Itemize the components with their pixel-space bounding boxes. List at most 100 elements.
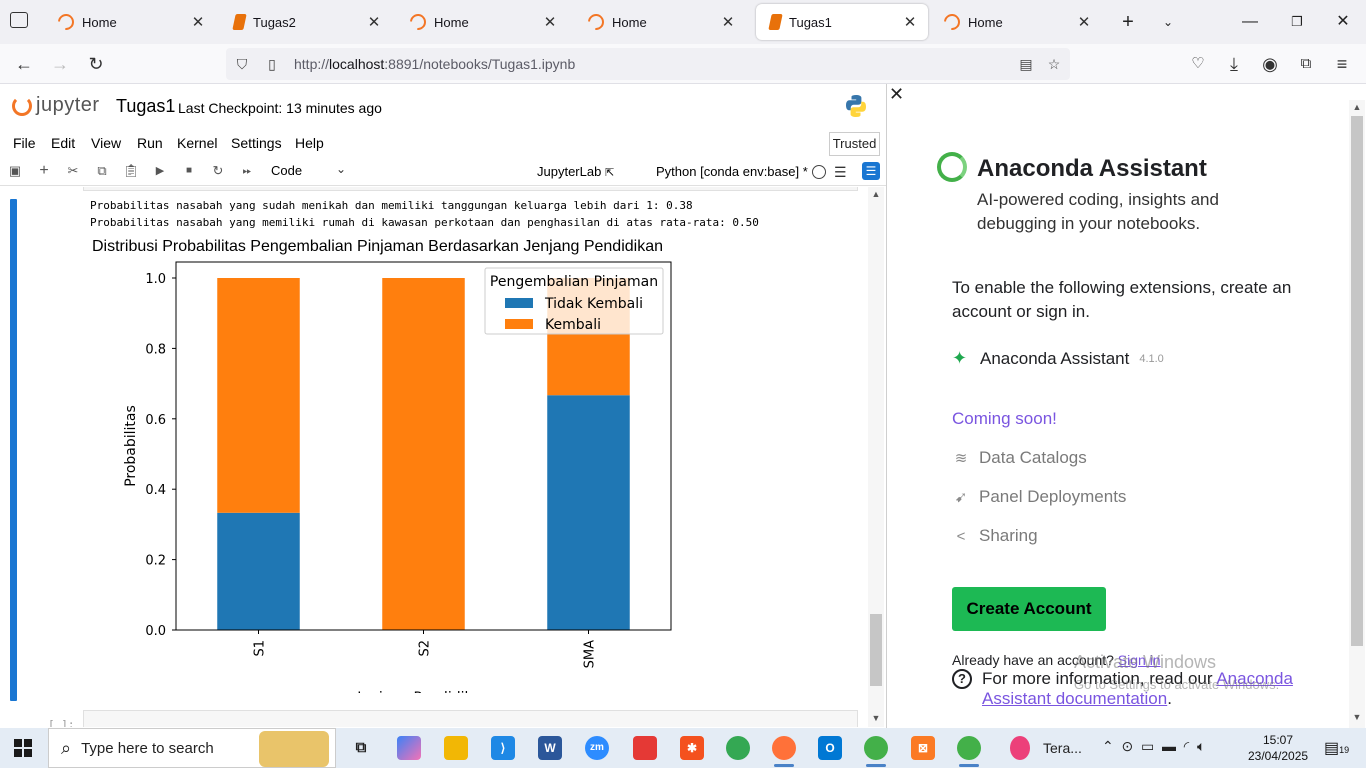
tab-overflow-chevron-icon[interactable]: ⌄: [1154, 8, 1182, 36]
y-tick-label: 0.6: [145, 413, 166, 428]
taskbar-clock[interactable]: 15:07 23/04/2025: [1248, 732, 1308, 764]
shield-icon[interactable]: ⛉: [230, 56, 254, 73]
notebook-scrollbar[interactable]: ▲ ▼: [868, 187, 884, 727]
window-close-icon[interactable]: ✕: [1329, 8, 1357, 36]
cut-icon[interactable]: ✂: [64, 162, 82, 180]
task-view-icon[interactable]: ⧉: [349, 736, 373, 760]
windows-start-icon[interactable]: [14, 739, 32, 757]
download-icon[interactable]: ⤓: [1222, 52, 1246, 76]
create-account-button[interactable]: Create Account: [952, 587, 1106, 631]
menu-view[interactable]: View: [91, 135, 121, 151]
browser-tab-home-2[interactable]: Home ✕: [396, 4, 568, 40]
search-highlight-image: [259, 731, 329, 767]
scrollbar-thumb[interactable]: [1351, 116, 1363, 646]
panel-close-icon[interactable]: ✕: [889, 84, 904, 105]
tab-list-icon[interactable]: [10, 12, 28, 28]
python-logo-icon: [846, 95, 866, 117]
menu-edit[interactable]: Edit: [51, 135, 75, 151]
extension-name: Anaconda Assistant: [980, 348, 1130, 368]
firefox-icon[interactable]: [772, 736, 796, 767]
copy-icon[interactable]: ⧉: [93, 162, 111, 180]
menu-kernel[interactable]: Kernel: [177, 135, 217, 151]
close-tab-icon[interactable]: ✕: [902, 13, 918, 31]
bar-segment: [217, 278, 300, 513]
kernel-menu-icon[interactable]: ☰: [834, 164, 847, 181]
chevron-down-icon[interactable]: ⌄: [336, 162, 346, 176]
add-cell-icon[interactable]: +: [35, 162, 53, 180]
minimize-icon[interactable]: —: [1236, 8, 1264, 36]
restore-icon[interactable]: ❐: [1283, 8, 1311, 36]
url-text[interactable]: http://localhost:8891/notebooks/Tugas1.i…: [294, 56, 575, 72]
scroll-down-icon[interactable]: ▼: [1349, 712, 1365, 722]
pocket-icon[interactable]: ♡: [1186, 52, 1210, 76]
forward-icon[interactable]: →: [48, 52, 72, 76]
scrollbar-thumb[interactable]: [870, 614, 882, 686]
restart-icon[interactable]: ↻: [209, 162, 227, 180]
scroll-down-icon[interactable]: ▼: [868, 713, 884, 723]
trusted-indicator[interactable]: Trusted: [829, 132, 880, 156]
system-tray[interactable]: ⌃ ⊙ ▭ ▬ ◜ 🔈︎: [1102, 738, 1205, 755]
notification-center-icon[interactable]: ▤19: [1324, 738, 1349, 758]
browser-tab-home-4[interactable]: Home ✕: [930, 4, 1102, 40]
bookmark-star-icon[interactable]: ☆: [1042, 56, 1066, 73]
paste-icon[interactable]: 📋︎: [122, 162, 140, 180]
share-icon: <: [956, 527, 966, 545]
browser-tab-home-1[interactable]: Home ✕: [44, 4, 216, 40]
menu-help[interactable]: Help: [295, 135, 324, 151]
restart-run-all-icon[interactable]: ⏩︎: [238, 162, 256, 180]
panel-scrollbar[interactable]: ▲ ▼: [1349, 100, 1365, 728]
scroll-up-icon[interactable]: ▲: [1349, 102, 1365, 112]
jupyter-logo[interactable]: jupyter: [12, 94, 100, 117]
cell-type-select[interactable]: Code: [271, 163, 302, 178]
back-icon[interactable]: ←: [12, 52, 36, 76]
next-code-cell[interactable]: [83, 710, 858, 727]
pdf-reader-icon[interactable]: [633, 736, 657, 760]
account-icon[interactable]: ◉: [1258, 52, 1282, 76]
xampp-icon[interactable]: ⊠: [911, 736, 935, 760]
outlook-icon[interactable]: O: [818, 736, 842, 760]
stop-icon[interactable]: ■: [180, 162, 198, 180]
menu-run[interactable]: Run: [137, 135, 163, 151]
anaconda-prompt-icon[interactable]: [957, 736, 981, 767]
close-tab-icon[interactable]: ✕: [542, 13, 558, 31]
reader-view-icon[interactable]: ▤: [1014, 56, 1038, 73]
close-tab-icon[interactable]: ✕: [190, 13, 206, 31]
running-app-label[interactable]: Tera...: [1043, 740, 1082, 756]
file-explorer-icon[interactable]: [444, 736, 468, 760]
close-tab-icon[interactable]: ✕: [1076, 13, 1092, 31]
reload-icon[interactable]: ↻: [84, 52, 108, 76]
zoom-icon[interactable]: zm: [585, 736, 609, 760]
app-icon[interactable]: ✱: [680, 736, 704, 760]
notebook-title[interactable]: Tugas1: [116, 96, 175, 117]
previous-cell-input[interactable]: [83, 187, 858, 191]
browser-tab-tugas2[interactable]: Tugas2 ✕: [220, 4, 392, 40]
taskbar-search-box[interactable]: ⌕ Type here to search: [48, 728, 336, 768]
menu-settings[interactable]: Settings: [231, 135, 282, 151]
copilot-icon[interactable]: [397, 736, 421, 760]
x-axis-label: Jenjang Pendidikan: [356, 690, 490, 693]
word-icon[interactable]: W: [538, 736, 562, 760]
address-bar[interactable]: ⛉ ▯ http://localhost:8891/notebooks/Tuga…: [226, 48, 1070, 80]
terminal-app-icon[interactable]: [1010, 736, 1030, 760]
browser-navigation-bar: ← → ↻ ⛉ ▯ http://localhost:8891/notebook…: [0, 44, 1366, 84]
scroll-up-icon[interactable]: ▲: [868, 189, 884, 199]
anaconda-navigator-icon[interactable]: [864, 736, 888, 767]
menu-file[interactable]: File: [13, 135, 36, 151]
browser-tab-home-3[interactable]: Home ✕: [574, 4, 746, 40]
close-tab-icon[interactable]: ✕: [366, 13, 382, 31]
kernel-name[interactable]: Python [conda env:base] *: [656, 164, 808, 179]
property-inspector-icon[interactable]: ☰: [862, 162, 880, 180]
jupyterlab-label: JupyterLab: [537, 164, 602, 179]
save-icon[interactable]: ▣: [6, 162, 24, 180]
run-icon[interactable]: ▶: [151, 162, 169, 180]
vscode-icon[interactable]: ⟩: [491, 736, 515, 760]
new-tab-icon[interactable]: +: [1114, 8, 1142, 36]
x-tick-label: S2: [418, 640, 433, 657]
extensions-icon[interactable]: ⧉: [1294, 52, 1318, 76]
hamburger-menu-icon[interactable]: ≡: [1330, 52, 1354, 76]
close-tab-icon[interactable]: ✕: [720, 13, 736, 31]
browser-tab-tugas1[interactable]: Tugas1 ✕: [756, 4, 928, 40]
open-jupyterlab-link[interactable]: JupyterLab ⇱: [537, 164, 614, 179]
legend-swatch: [505, 319, 533, 329]
chrome-icon[interactable]: [726, 736, 750, 760]
